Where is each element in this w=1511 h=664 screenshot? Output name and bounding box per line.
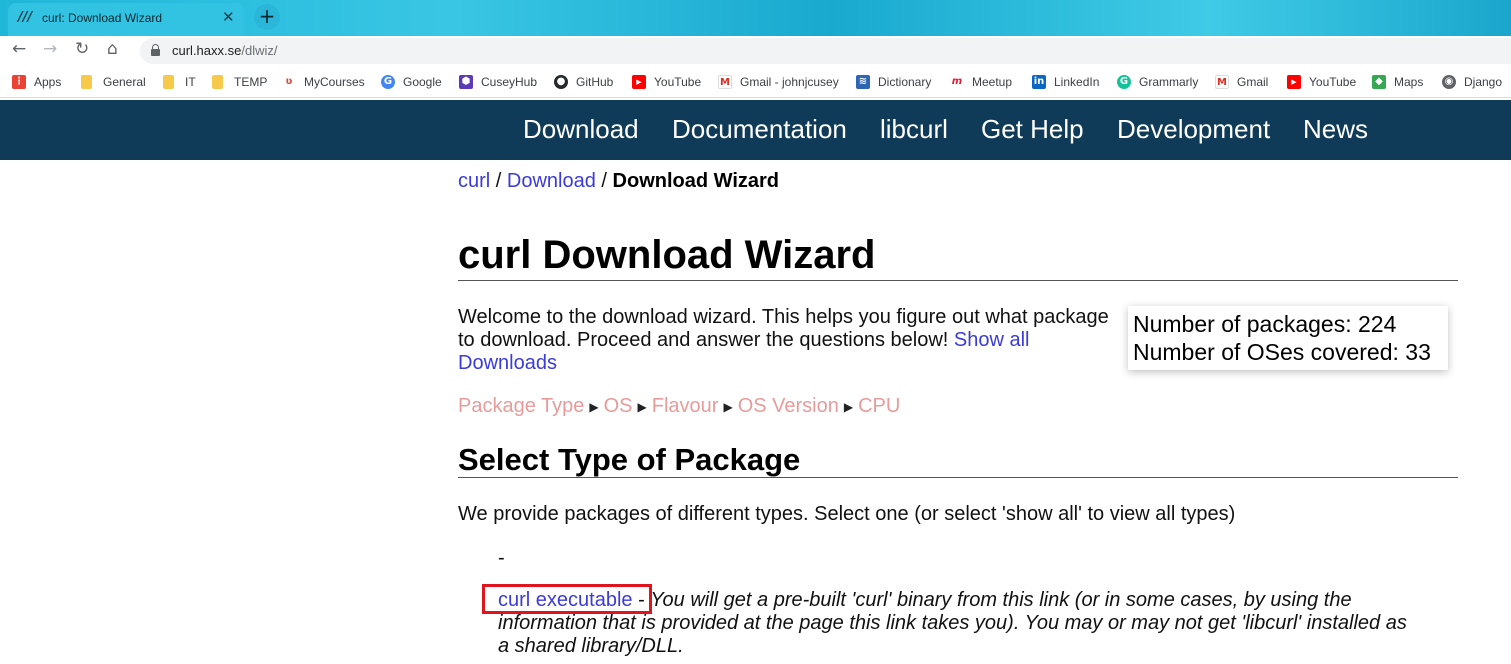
breadcrumb-separator: / (490, 170, 507, 192)
browser-tab-strip: /// curl: Download Wizard ✕ + (0, 0, 1511, 36)
site-nav-bar: Download Documentation libcurl Get Help … (0, 100, 1511, 160)
section-description: We provide packages of different types. … (458, 503, 1236, 525)
step-package-type: Package Type (458, 395, 585, 417)
github-icon: ● (554, 75, 568, 89)
url-text[interactable]: curl.haxx.se/dlwiz/ (172, 43, 278, 58)
forward-arrow-icon[interactable]: → (43, 39, 57, 59)
os-count: Number of OSes covered: 33 (1133, 339, 1431, 365)
apps-grid-icon: ⋮ (12, 75, 26, 89)
step-arrow-icon: ▶ (723, 400, 733, 414)
browser-tab[interactable]: /// curl: Download Wizard ✕ (8, 3, 244, 36)
grammarly-icon: G (1117, 75, 1131, 89)
gmail-icon: M (718, 75, 732, 89)
curl-favicon-icon: /// (18, 10, 33, 25)
page-title: curl Download Wizard (458, 232, 1458, 281)
step-flavour: Flavour (651, 395, 719, 417)
youtube-icon: ▶ (632, 75, 646, 89)
address-bar[interactable]: curl.haxx.se/dlwiz/ (140, 38, 1511, 64)
step-cpu: CPU (858, 395, 901, 417)
step-arrow-icon: ▶ (843, 400, 854, 414)
breadcrumb: curl / Download / Download Wizard (458, 170, 779, 193)
cuseyhub-icon: ⬢ (459, 75, 473, 89)
tab-title: curl: Download Wizard (42, 11, 163, 25)
section-title: Select Type of Package (458, 443, 1458, 478)
mycourses-icon: ʋ (282, 75, 296, 89)
package-count: Number of packages: 224 (1133, 311, 1397, 337)
wizard-steps: Package Type ▶ OS ▶ Flavour ▶ OS Version ▶ CPU (458, 395, 900, 418)
dictionary-icon: ≋ (856, 75, 870, 89)
youtube-icon: ▶ (1287, 75, 1301, 89)
nav-news[interactable]: News (1303, 114, 1368, 145)
highlight-box (482, 584, 652, 614)
folder-icon (212, 75, 223, 89)
folder-icon (163, 75, 174, 89)
linkedin-icon: in (1032, 75, 1046, 89)
stats-box: Number of packages: 224 Number of OSes c… (1128, 306, 1448, 370)
step-os-version: OS Version (737, 395, 839, 417)
nav-download[interactable]: Download (523, 114, 639, 145)
bookmarks-bar: ⋮ Apps General IT TEMP ʋ MyCourses G Google… (0, 66, 1511, 98)
gmail-icon: M (1215, 75, 1229, 89)
django-icon: ◉ (1442, 75, 1456, 89)
back-arrow-icon[interactable]: ← (12, 39, 26, 59)
nav-documentation[interactable]: Documentation (672, 114, 847, 145)
lock-icon (151, 44, 160, 56)
step-os: OS (603, 395, 633, 417)
reload-icon[interactable]: ↻ (75, 39, 89, 59)
close-tab-icon[interactable]: ✕ (222, 8, 235, 26)
breadcrumb-curl-link[interactable]: curl (458, 170, 490, 192)
meetup-icon: m (950, 75, 964, 89)
nav-get-help[interactable]: Get Help (981, 114, 1084, 145)
browser-toolbar: ← → ↻ ⌂ curl.haxx.se/dlwiz/ (0, 36, 1511, 66)
google-icon: G (381, 75, 395, 89)
nav-libcurl[interactable]: libcurl (880, 114, 948, 145)
breadcrumb-current: Download Wizard (612, 170, 780, 192)
step-arrow-icon: ▶ (589, 400, 599, 414)
step-arrow-icon: ▶ (637, 400, 647, 414)
maps-icon: ◆ (1372, 75, 1386, 89)
nav-development[interactable]: Development (1117, 114, 1270, 145)
home-icon[interactable]: ⌂ (107, 39, 118, 59)
list-item: - (498, 547, 505, 569)
new-tab-button[interactable]: + (254, 4, 280, 30)
intro-paragraph: Welcome to the download wizard. This hel… (458, 306, 1118, 375)
breadcrumb-separator: / (595, 170, 613, 192)
breadcrumb-download-link[interactable]: Download (507, 170, 596, 192)
folder-icon (81, 75, 92, 89)
